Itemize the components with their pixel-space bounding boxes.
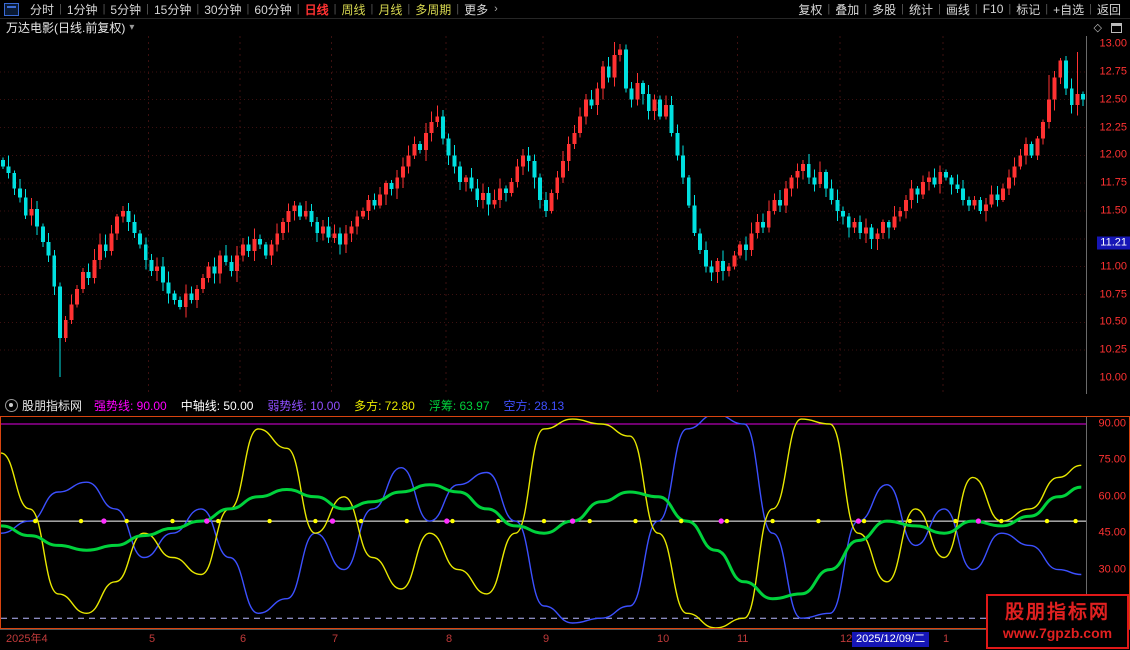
button-f10[interactable]: F10 [978, 2, 1009, 16]
button-overlay[interactable]: 叠加 [830, 1, 864, 18]
button-back[interactable]: 返回 [1092, 1, 1126, 18]
date-axis: 2025年4 5 6 7 8 9 10 11 12 1 2025/12/09/二 [0, 629, 1130, 650]
price-axis-label: 10.50 [1099, 317, 1127, 328]
date-axis-label: 10 [657, 634, 669, 645]
price-axis: 13.00 12.75 12.50 12.25 12.00 11.75 11.50 11.00… [1087, 36, 1130, 394]
titlebar-corner-icons: ◇ [1094, 19, 1122, 36]
indicator-param-1: 中轴线: 50.00 [181, 397, 254, 414]
tab-30min[interactable]: 30分钟 [199, 1, 246, 18]
chevron-down-icon[interactable]: ▾ [129, 22, 134, 33]
date-axis-label: 6 [240, 634, 246, 645]
tab-5min[interactable]: 5分钟 [105, 1, 146, 18]
watermark: 股朋指标网 www.7gpzb.com [986, 594, 1129, 649]
date-axis-label: 5 [149, 634, 155, 645]
button-fuquan[interactable]: 复权 [793, 1, 827, 18]
button-multi-stock[interactable]: 多股 [867, 1, 901, 18]
button-add-watchlist[interactable]: +自选 [1048, 1, 1089, 18]
date-axis-label: 1 [943, 634, 949, 645]
indicator-param-3: 多方: 72.80 [354, 397, 415, 414]
indicator-axis-label: 75.00 [1098, 455, 1126, 466]
candlestick-chart[interactable] [0, 36, 1086, 394]
period-menu: 分时|1分钟|5分钟|15分钟|30分钟|60分钟|日线|周线|月线|多周期|更… [0, 1, 498, 18]
tab-daily[interactable]: 日线 [300, 1, 334, 18]
chart-titlebar: 万达电影(日线.前复权) ▾ ◇ [0, 19, 1130, 36]
period-toolbar: 分时|1分钟|5分钟|15分钟|30分钟|60分钟|日线|周线|月线|多周期|更… [0, 0, 1130, 19]
app-window-icon[interactable] [4, 3, 19, 16]
candles [0, 36, 1086, 394]
indicator-param-0: 强势线: 90.00 [94, 397, 167, 414]
price-axis-label: 11.50 [1100, 206, 1127, 217]
gupeng-logo-icon [5, 399, 18, 412]
indicator-lines [1, 417, 1087, 628]
tab-multi-period[interactable]: 多周期 [410, 1, 456, 18]
price-axis-label: 12.25 [1099, 122, 1127, 133]
date-axis-label: 11 [737, 634, 748, 645]
indicator-chart[interactable] [1, 417, 1087, 628]
tab-60min[interactable]: 60分钟 [249, 1, 296, 18]
indicator-panel: 90.0075.0060.0045.0030.0015.00 [0, 416, 1130, 629]
date-axis-label: 7 [332, 634, 338, 645]
date-axis-label: 12 [840, 634, 852, 645]
date-axis-label: 2025年4 [6, 634, 48, 645]
main-chart-region: 13.00 12.75 12.50 12.25 12.00 11.75 11.50 11.00… [0, 36, 1130, 394]
price-axis-label: 12.00 [1099, 150, 1127, 161]
tab-15min[interactable]: 15分钟 [149, 1, 196, 18]
price-axis-label: 10.75 [1099, 289, 1127, 300]
tab-monthly[interactable]: 月线 [373, 1, 407, 18]
chevron-right-icon: › [494, 3, 498, 15]
stock-title[interactable]: 万达电影(日线.前复权) [6, 19, 125, 36]
price-axis-label: 10.25 [1099, 345, 1127, 356]
action-menu: 复权|叠加|多股|统计|画线|F10|标记|+自选|返回 [793, 1, 1130, 18]
crosshair-date-tag: 2025/12/09/二 [852, 632, 929, 647]
price-axis-label: 12.50 [1099, 94, 1127, 105]
tab-more[interactable]: 更多 [459, 1, 493, 18]
date-axis-label: 8 [446, 634, 452, 645]
indicator-header: 股朋指标网 强势线: 90.00 中轴线: 50.00 弱势线: 10.00 多方: … [0, 394, 1130, 416]
price-axis-label: 11.00 [1100, 261, 1127, 272]
indicator-axis-label: 90.00 [1098, 419, 1126, 430]
indicator-axis-label: 60.00 [1098, 491, 1126, 502]
price-axis-label: 11.75 [1100, 178, 1127, 189]
window-icon[interactable] [1111, 23, 1122, 33]
tab-weekly[interactable]: 周线 [337, 1, 371, 18]
indicator-source[interactable]: 股朋指标网 [22, 397, 82, 414]
indicator-param-2: 弱势线: 10.00 [267, 397, 340, 414]
price-axis-label: 13.00 [1099, 39, 1127, 50]
diamond-icon[interactable]: ◇ [1094, 21, 1102, 34]
indicator-axis-label: 45.00 [1098, 528, 1126, 539]
button-statistics[interactable]: 统计 [904, 1, 938, 18]
button-mark[interactable]: 标记 [1011, 1, 1045, 18]
price-axis-label: 10.00 [1099, 373, 1127, 384]
indicator-param-4: 浮筹: 63.97 [429, 397, 490, 414]
tab-fenshi[interactable]: 分时 [25, 1, 59, 18]
tab-1min[interactable]: 1分钟 [62, 1, 103, 18]
crosshair-price-tag: 11.21 [1097, 237, 1130, 250]
indicator-param-5: 空方: 28.13 [504, 397, 565, 414]
button-draw-line[interactable]: 画线 [941, 1, 975, 18]
watermark-title: 股朋指标网 [1005, 602, 1110, 625]
price-axis-label: 12.75 [1099, 66, 1127, 77]
date-axis-label: 9 [543, 634, 549, 645]
indicator-axis-label: 30.00 [1098, 564, 1126, 575]
tdx-app-window: 分时|1分钟|5分钟|15分钟|30分钟|60分钟|日线|周线|月线|多周期|更… [0, 0, 1130, 650]
watermark-url: www.7gpzb.com [1003, 625, 1112, 642]
